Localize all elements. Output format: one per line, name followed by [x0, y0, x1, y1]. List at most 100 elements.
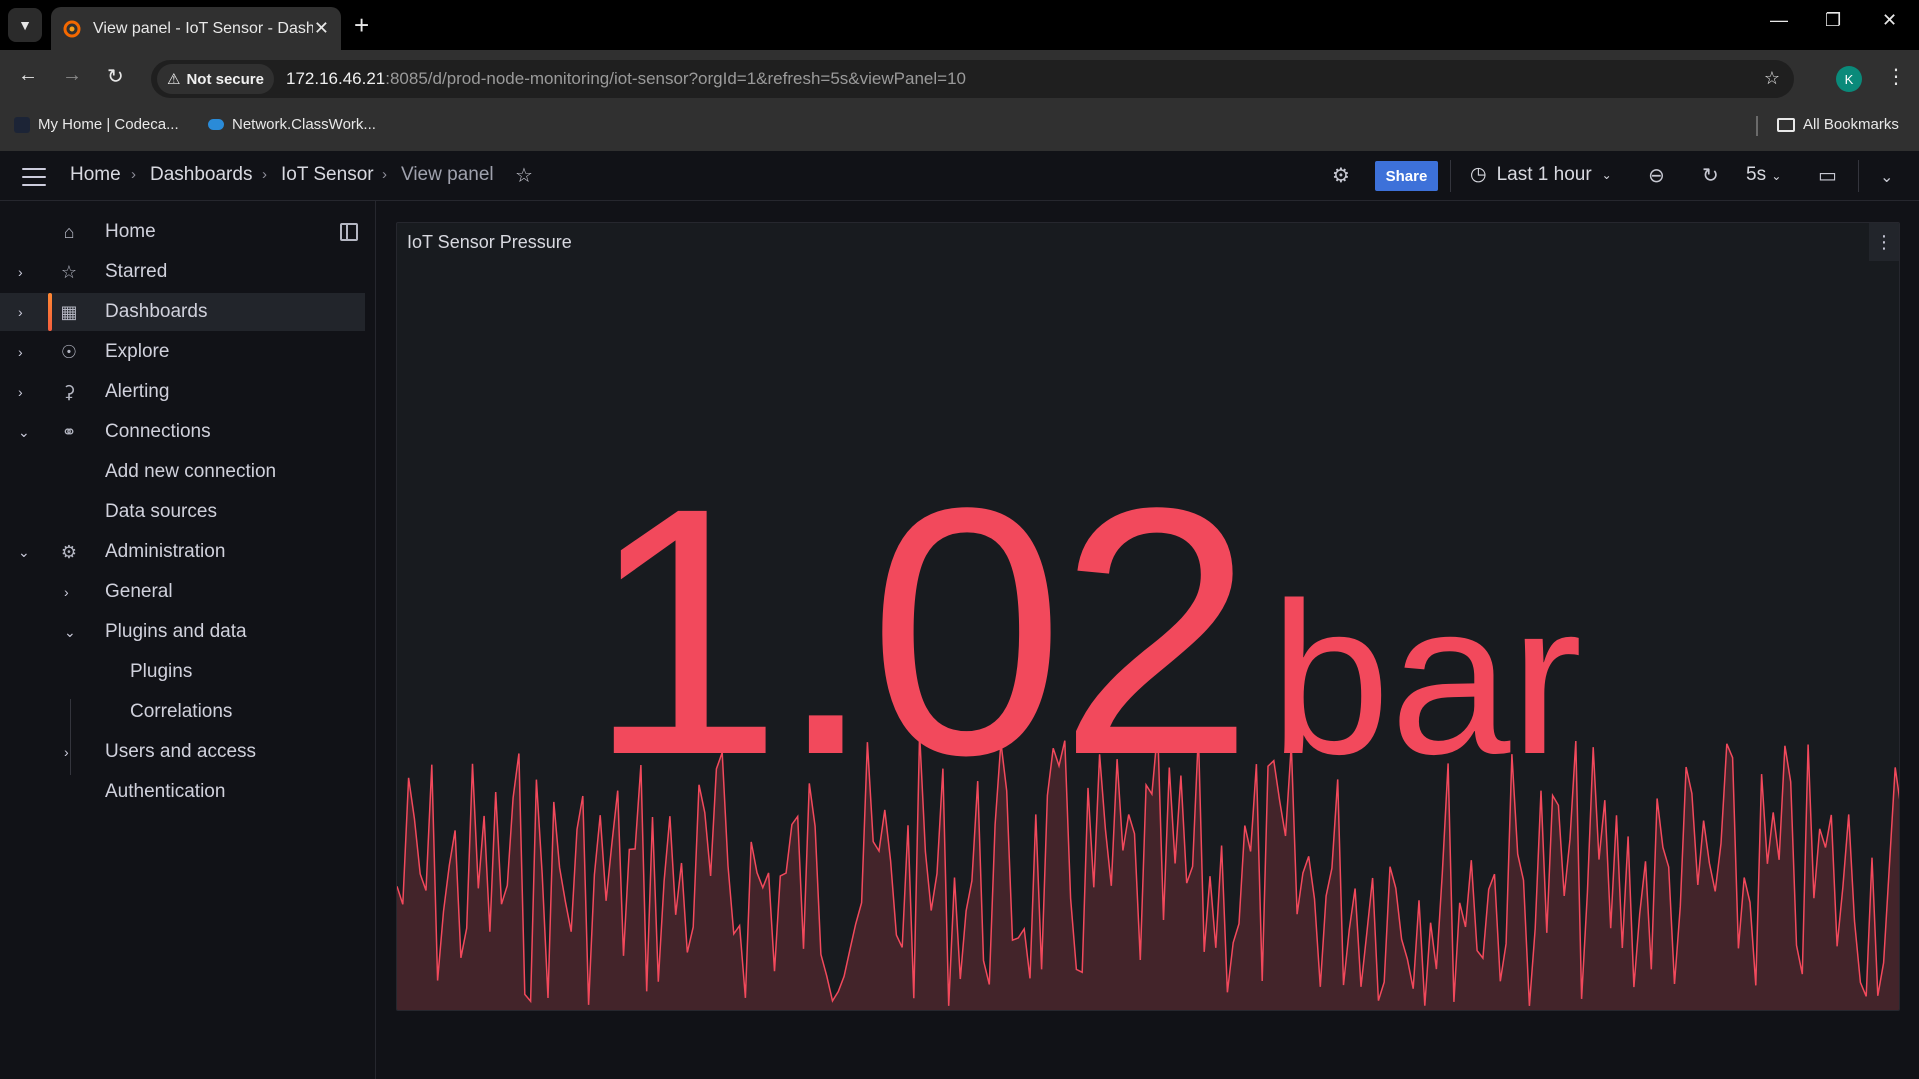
sidebar-item-authentication[interactable]: Authentication [0, 773, 365, 811]
chevron-right-icon[interactable]: › [18, 384, 23, 400]
browser-menu-icon[interactable]: ⋮ [1886, 64, 1906, 89]
refresh-icon[interactable]: ↻ [1702, 163, 1719, 188]
sidebar-item-label: Starred [105, 261, 168, 282]
time-range-picker[interactable]: ◷ Last 1 hour ⌄ [1470, 163, 1612, 186]
sidebar-item-label: Home [105, 221, 156, 242]
nav-sidebar: ⌂ Home › ☆ Starred › ▦ Dashboards › ☉ Ex… [0, 201, 376, 1079]
sidebar-item-connections[interactable]: ⌄ ⚭ Connections [0, 413, 365, 451]
active-indicator [48, 293, 52, 331]
window-close-icon[interactable]: ✕ [1882, 10, 1897, 31]
sidebar-item-alerting[interactable]: › ⚳ Alerting [0, 373, 365, 411]
divider [1858, 160, 1859, 192]
chevron-down-icon: ⌄ [1601, 167, 1612, 182]
new-tab-button[interactable]: + [354, 10, 369, 40]
codecademy-favicon-icon [14, 116, 30, 133]
home-icon: ⌂ [63, 221, 75, 242]
panel-title: IoT Sensor Pressure [407, 232, 572, 252]
sidebar-item-label: Connections [105, 421, 211, 442]
sidebar-item-starred[interactable]: › ☆ Starred [0, 253, 365, 291]
sidebar-item-add-new-connection[interactable]: Add new connection [0, 453, 365, 491]
bookmark-label: Network.ClassWork... [232, 116, 376, 133]
breadcrumb-view-panel: View panel [401, 164, 494, 185]
minimize-icon[interactable]: — [1770, 10, 1788, 31]
url-path: :8085/d/prod-node-monitoring/iot-sensor?… [385, 69, 966, 88]
address-bar[interactable]: ⚠ Not secure 172.16.46.21:8085/d/prod-no… [151, 60, 1794, 98]
forward-arrow-icon[interactable]: → [62, 64, 82, 87]
chevron-right-icon[interactable]: › [18, 264, 23, 280]
share-button[interactable]: Share [1375, 161, 1438, 191]
chevron-right-icon[interactable]: › [18, 304, 23, 320]
bookmark-label: My Home | Codeca... [38, 116, 179, 133]
stat-panel: IoT Sensor Pressure ⋮ 1.02 bar [396, 222, 1900, 1011]
sidebar-item-label: Administration [105, 541, 226, 562]
chevron-down-icon[interactable]: ⌄ [64, 624, 76, 641]
chevron-right-icon[interactable]: › [18, 344, 23, 360]
bookmark-item[interactable]: My Home | Codeca... [14, 116, 179, 133]
tab-search-button[interactable]: ▼ [8, 8, 42, 42]
breadcrumb-chevron-icon: › [131, 166, 136, 183]
bookmark-item[interactable]: Network.ClassWork... [208, 116, 376, 133]
clock-icon: ◷ [1470, 164, 1487, 185]
sidebar-item-label: Dashboards [105, 301, 208, 322]
breadcrumb-iot-sensor[interactable]: IoT Sensor [281, 164, 374, 186]
reload-icon[interactable]: ↻ [107, 64, 124, 89]
url-text[interactable]: 172.16.46.21:8085/d/prod-node-monitoring… [286, 69, 966, 89]
profile-avatar[interactable]: K [1836, 66, 1862, 92]
kiosk-mode-icon[interactable]: ▭ [1818, 163, 1837, 188]
compass-icon: ☉ [60, 341, 78, 362]
sidebar-item-plugins-and-data[interactable]: ⌄ Plugins and data [0, 613, 365, 651]
sidebar-item-users-and-access[interactable]: › Users and access [0, 733, 365, 771]
sidebar-item-label: Alerting [105, 381, 170, 402]
bookmarks-divider [1756, 116, 1758, 136]
sidebar-item-general[interactable]: › General [0, 573, 365, 611]
sidebar-item-administration[interactable]: ⌄ ⚙ Administration [0, 533, 365, 571]
bookmark-star-icon[interactable]: ☆ [1764, 68, 1780, 89]
sidebar-item-explore[interactable]: › ☉ Explore [0, 333, 365, 371]
sidebar-item-label: Correlations [130, 701, 233, 722]
star-icon: ☆ [60, 261, 78, 282]
sidebar-item-home[interactable]: ⌂ Home [0, 213, 365, 251]
security-indicator[interactable]: ⚠ Not secure [157, 64, 274, 94]
back-arrow-icon[interactable]: ← [18, 64, 38, 87]
sidebar-item-label: Add new connection [105, 461, 277, 482]
chevron-down-icon[interactable]: ⌄ [18, 424, 30, 441]
stat-unit: bar [1270, 557, 1583, 799]
stat-value: 1.02 bar [587, 455, 1582, 807]
chevron-down-icon: ⌄ [1771, 169, 1782, 183]
breadcrumb-chevron-icon: › [262, 166, 267, 183]
favorite-star-icon[interactable]: ☆ [515, 163, 533, 188]
chevron-down-icon[interactable]: ⌄ [18, 544, 30, 561]
close-tab-icon[interactable]: ✕ [314, 18, 329, 39]
security-label: Not secure [186, 70, 264, 88]
url-host: 172.16.46.21 [285, 69, 386, 88]
collapse-chevron-icon[interactable]: ⌄ [1880, 167, 1893, 187]
sidebar-item-correlations[interactable]: Correlations [0, 693, 365, 731]
sidebar-item-plugins[interactable]: Plugins [0, 653, 365, 691]
apps-icon: ▦ [60, 301, 78, 322]
sidebar-item-dashboards[interactable]: › ▦ Dashboards [0, 293, 365, 331]
breadcrumb-dashboards[interactable]: Dashboards [150, 164, 252, 186]
all-bookmarks-label: All Bookmarks [1803, 116, 1899, 133]
grafana-top-nav: Home › Dashboards › IoT Sensor › View pa… [0, 151, 1919, 201]
chevron-right-icon[interactable]: › [64, 584, 69, 600]
stat-number: 1.02 [587, 434, 1254, 828]
settings-gear-icon[interactable]: ⚙ [1332, 163, 1350, 188]
refresh-interval-picker[interactable]: 5s ⌄ [1746, 164, 1781, 186]
sidebar-item-label: Authentication [105, 781, 226, 802]
divider [1450, 160, 1451, 192]
browser-tab-active[interactable]: View panel - IoT Sensor - Dashb ✕ [51, 7, 341, 50]
chevron-down-icon: ▼ [18, 17, 32, 33]
zoom-out-icon[interactable]: ⊖ [1648, 163, 1665, 188]
panel-menu-icon[interactable]: ⋮ [1869, 223, 1899, 261]
grafana-logo-icon [63, 20, 81, 37]
all-bookmarks-button[interactable]: All Bookmarks [1777, 116, 1899, 133]
chevron-right-icon[interactable]: › [64, 744, 69, 760]
breadcrumb-home[interactable]: Home [70, 164, 121, 186]
breadcrumb-chevron-icon: › [382, 166, 387, 183]
restore-icon[interactable]: ❐ [1825, 10, 1841, 31]
sidebar-item-label: Explore [105, 341, 170, 362]
menu-toggle-icon[interactable] [22, 168, 46, 192]
sidebar-item-data-sources[interactable]: Data sources [0, 493, 365, 531]
sidebar-item-label: Plugins and data [105, 621, 247, 642]
cog-icon: ⚙ [60, 541, 78, 562]
